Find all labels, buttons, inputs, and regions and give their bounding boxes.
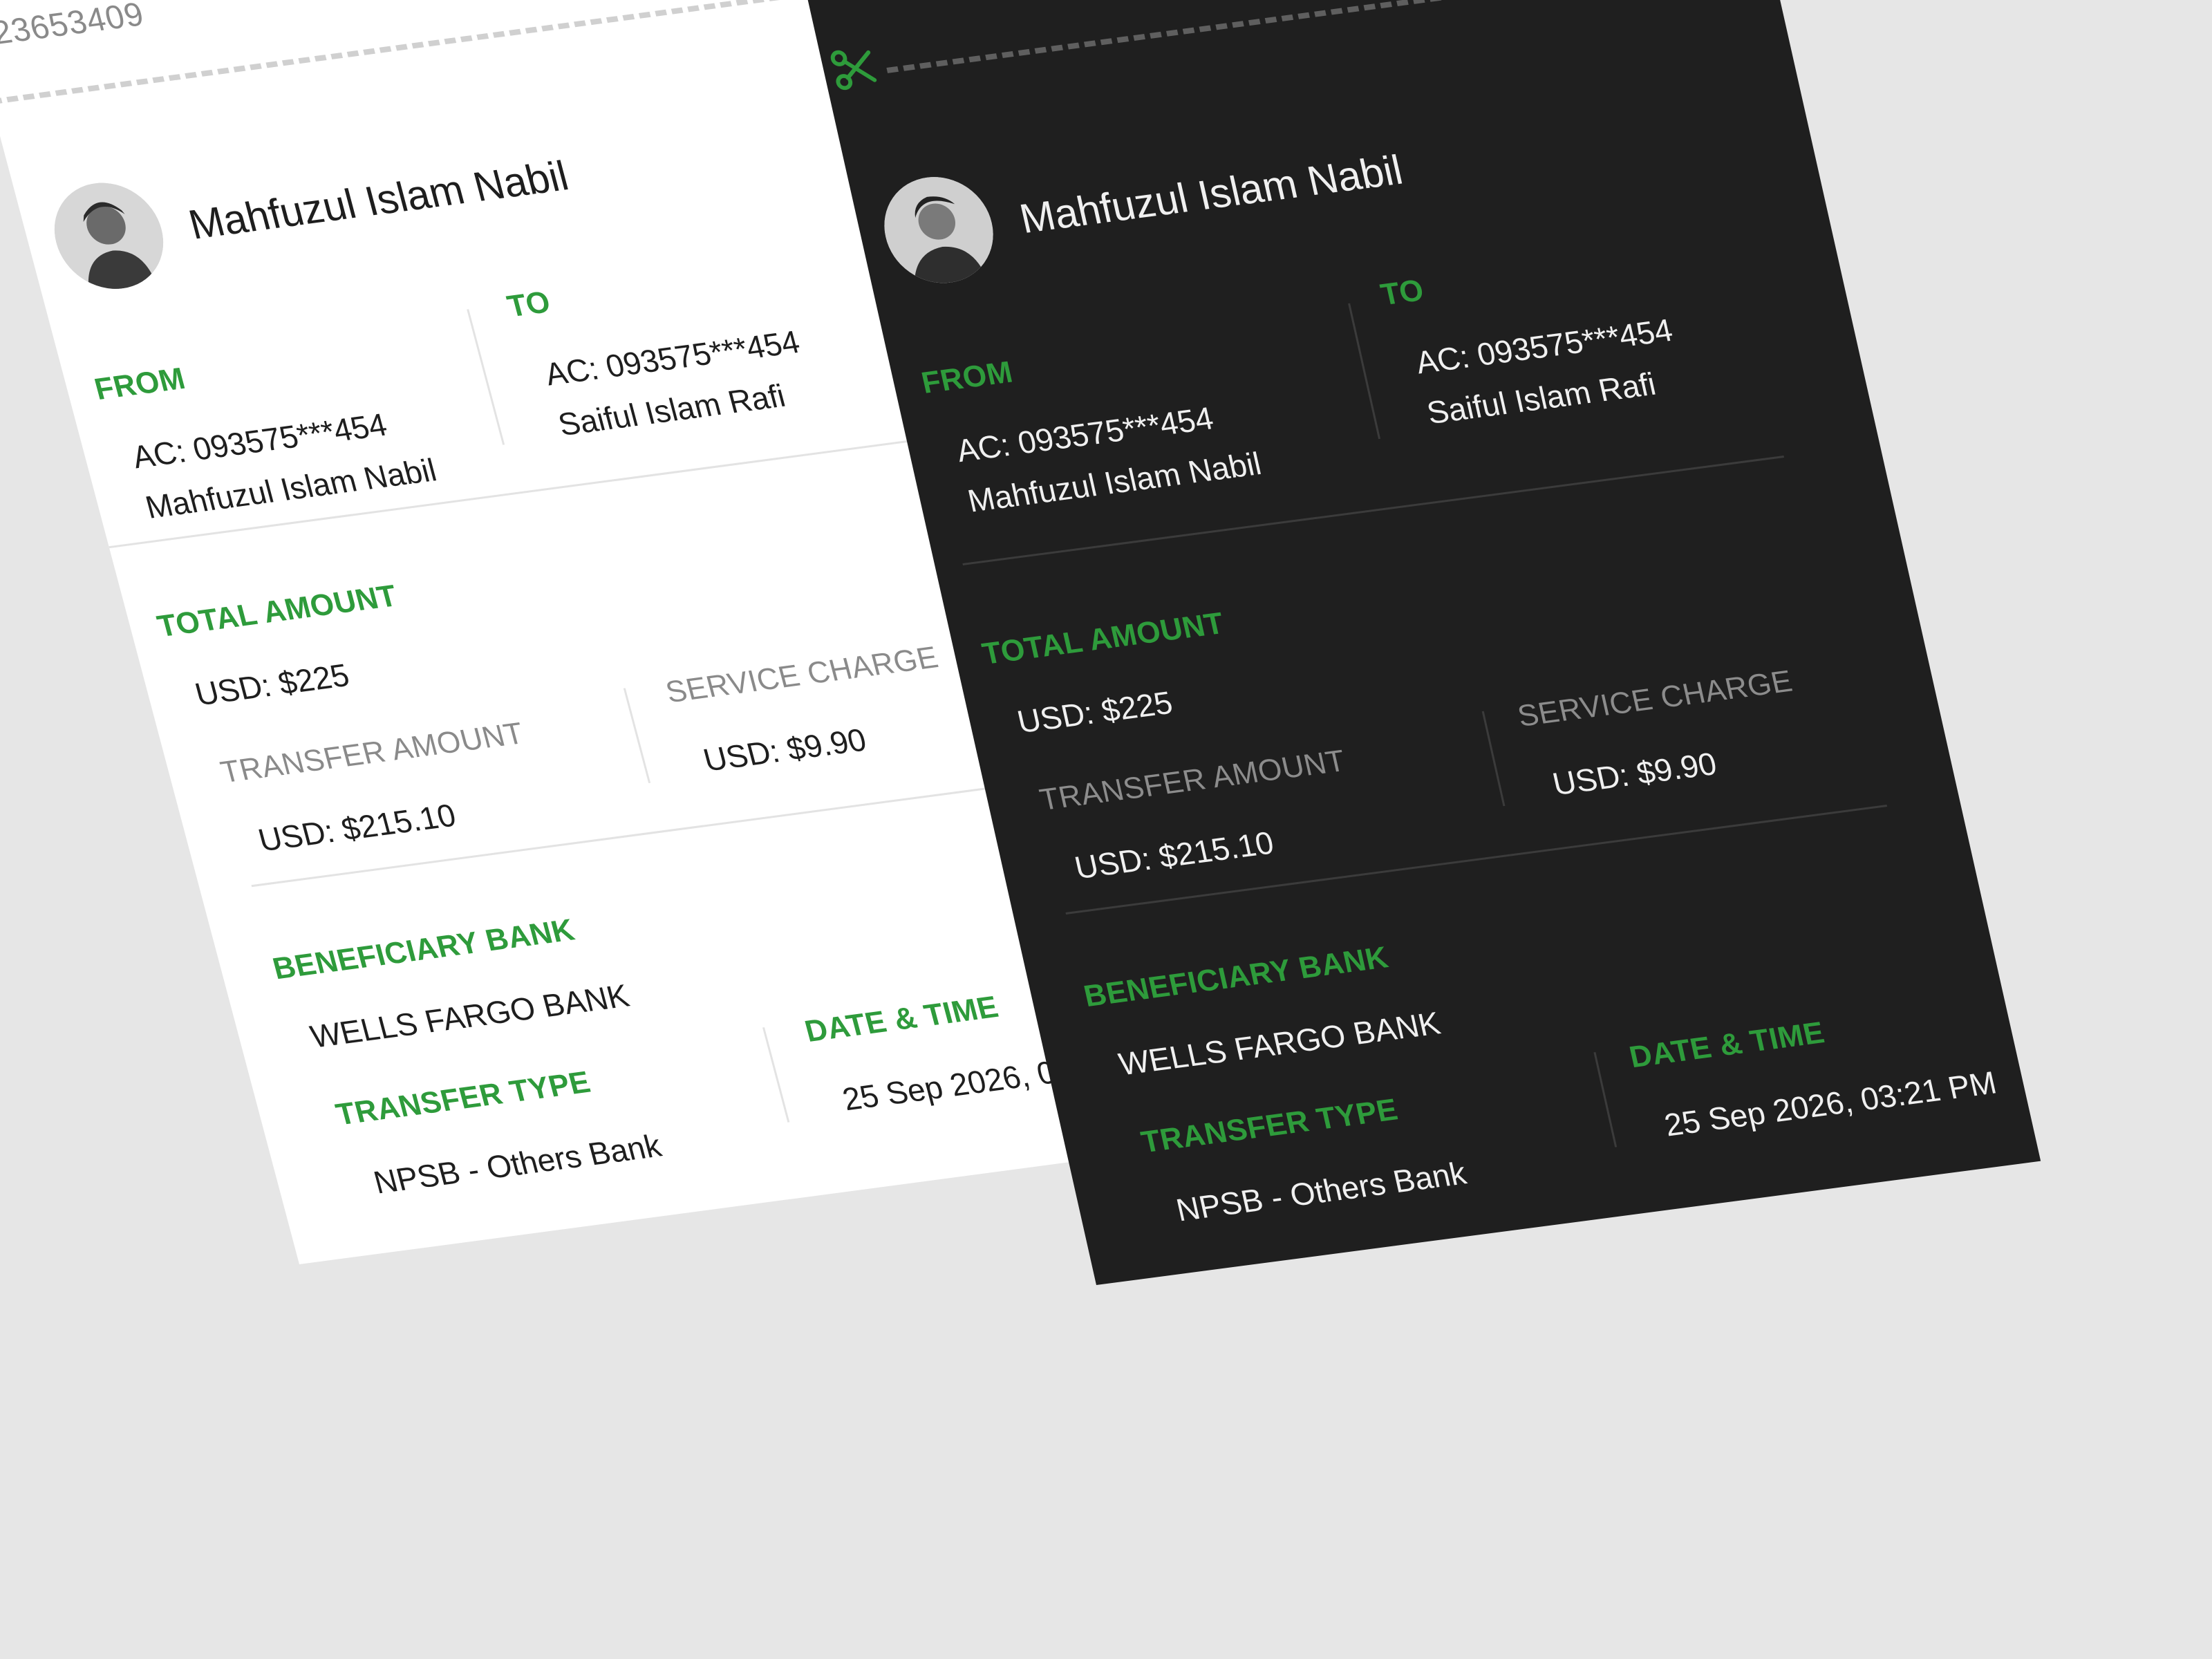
transfer-type-section: TRANSFER TYPE NPSB - Others Bank bbox=[1138, 1069, 1602, 1238]
to-section: TO AC: 093575***454 Saiful Islam Rafi bbox=[1378, 228, 1797, 440]
avatar bbox=[42, 176, 176, 296]
transfer-amount-value: USD: $215.10 bbox=[254, 796, 460, 859]
from-section: FROM AC: 093575***454 Mahfuzul Islam Nab… bbox=[919, 311, 1379, 529]
date-time-value: 25 Sep 2026, 03:21 PM bbox=[1660, 1064, 2000, 1143]
sender-profile: Mahfuzul Islam Nabil bbox=[42, 122, 581, 296]
sender-profile: Mahfuzul Islam Nabil bbox=[874, 117, 1413, 290]
beneficiary-bank-section: BENEFICIARY BANK WELLS FARGO BANK bbox=[1080, 899, 1721, 1092]
tear-line bbox=[886, 0, 1771, 73]
sender-name: Mahfuzul Islam Nabil bbox=[1015, 146, 1407, 243]
sender-name: Mahfuzul Islam Nabil bbox=[183, 152, 574, 248]
transfer-type-section: TRANSFER TYPE NPSB - Others Bank bbox=[332, 1043, 782, 1211]
type-date-divider bbox=[1593, 1052, 1618, 1147]
service-charge-value: USD: $9.90 bbox=[1549, 745, 1721, 803]
transfer-amount-section: TRANSFER AMOUNT USD: $215.10 bbox=[217, 702, 653, 868]
avatar-photo-icon bbox=[42, 176, 176, 296]
mockup-stage: +23653409 Mahfuzul Islam Nabil FROM AC: … bbox=[0, 0, 2212, 1659]
reference-number: +23653409 bbox=[0, 0, 149, 55]
from-section: FROM AC: 093575***454 Mahfuzul Islam Nab… bbox=[91, 323, 514, 535]
scissors-icon bbox=[830, 50, 877, 91]
transfer-amount-section: TRANSFER AMOUNT USD: $215.10 bbox=[1037, 727, 1500, 896]
to-section: TO AC: 093575***454 Saiful Islam Rafi bbox=[504, 240, 926, 452]
avatar bbox=[874, 170, 1004, 290]
avatar-photo-icon bbox=[874, 170, 1004, 290]
